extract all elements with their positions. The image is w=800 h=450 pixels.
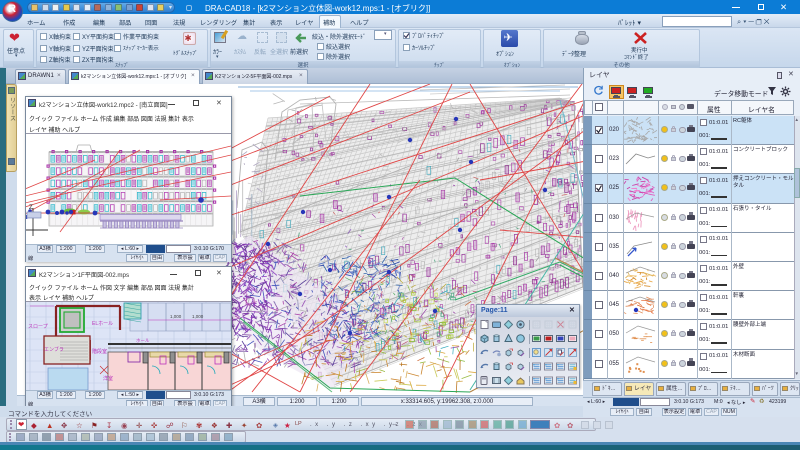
svg-text:ホール: ホール	[136, 338, 150, 343]
svg-text:階段室: 階段室	[92, 348, 107, 355]
svg-text:スロープ: スロープ	[28, 324, 48, 330]
svg-text:ELホール: ELホール	[92, 321, 113, 327]
svg-text:1,000: 1,000	[192, 314, 204, 319]
svg-text:1,000: 1,000	[170, 314, 182, 319]
svg-text:エンブラ: エンブラ	[44, 346, 64, 353]
svg-text:Z: Z	[29, 205, 33, 211]
svg-text:洋室: 洋室	[103, 375, 113, 382]
